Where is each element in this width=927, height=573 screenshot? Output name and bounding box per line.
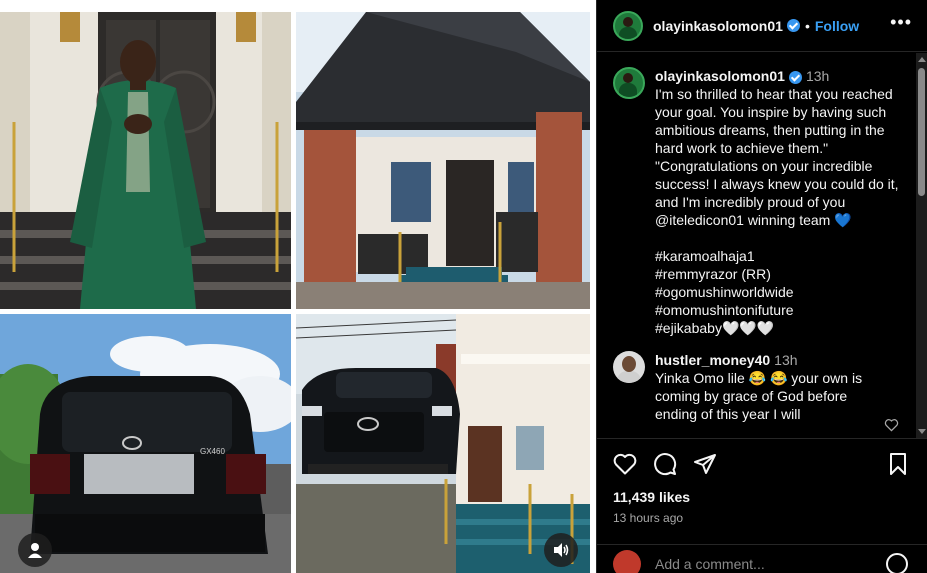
post-header: olayinkasolomon01 • Follow ••• (597, 0, 927, 52)
author-avatar[interactable] (613, 10, 643, 41)
comment-text-line: ending of this year I will (655, 406, 801, 422)
comment-text-line: Yinka Omo lile 😂 😂 your own is (655, 370, 863, 386)
avatar-image (613, 351, 645, 383)
post-media-grid[interactable]: GX460 (0, 0, 596, 573)
like-heart-icon[interactable] (613, 453, 637, 475)
follow-button[interactable]: Follow (815, 18, 859, 34)
more-options-icon[interactable]: ••• (890, 13, 912, 31)
lexus-suv-rear-photo: GX460 (0, 314, 291, 573)
emoji-picker-icon[interactable] (886, 553, 908, 573)
comment-author[interactable]: hustler_money40 (655, 352, 770, 368)
comment-item: hustler_money40 13h Yinka Omo lile 😂 😂 you… (613, 351, 917, 423)
hashtag-link[interactable]: #remmyrazor (RR) (655, 265, 903, 283)
comment-text-line: ambitious dreams, then putting in the (655, 122, 885, 138)
comment-body: hustler_money40 13h Yinka Omo lile 😂 😂 you… (655, 351, 903, 423)
comment-input[interactable]: Add a comment... (655, 556, 765, 572)
comment-body: olayinkasolomon01 13h I'm so thrilled to h… (655, 67, 903, 337)
comments-scrollbar[interactable] (916, 53, 927, 438)
save-bookmark-icon[interactable] (888, 452, 908, 476)
man-in-green-agbada-photo (0, 12, 291, 309)
hashtag-link[interactable]: #ejikababy🤍🤍🤍 (655, 319, 903, 337)
avatar-image (613, 67, 645, 99)
car-badge: GX460 (200, 447, 225, 456)
lexus-suv-front-and-entrance-photo (296, 314, 590, 573)
audio-mute-button[interactable] (544, 533, 578, 567)
hashtag-link[interactable]: #omomushintonifuture (655, 301, 903, 319)
comment-time: 13h (805, 68, 830, 84)
hashtag-link[interactable]: #karamoalhaja1 (655, 247, 903, 265)
bungalow-house-photo (296, 12, 590, 309)
current-user-avatar (613, 550, 641, 573)
add-comment-bar: Add a comment... (597, 544, 927, 573)
post-time-ago: 13 hours ago (613, 511, 684, 525)
comment-text-line: your goal. You inspire by having such (655, 104, 887, 120)
separator-dot: • (804, 17, 810, 34)
verified-badge-icon (786, 19, 800, 32)
hashtag-link[interactable]: #ogomushinworldwide (655, 283, 903, 301)
comment-item: olayinkasolomon01 13h I'm so thrilled to h… (613, 67, 917, 337)
author-username[interactable]: olayinkasolomon01 (653, 18, 783, 34)
scrollbar-thumb[interactable] (918, 68, 925, 196)
comment-text-line: success! I always knew you could do it, (655, 176, 899, 192)
tagged-users-button[interactable] (18, 533, 52, 567)
comment-text-line: I'm so thrilled to hear that you reached (655, 86, 893, 102)
comment-text-line: "Congratulations on your incredible (655, 158, 873, 174)
scroll-up-arrow-icon[interactable] (918, 57, 926, 62)
person-tag-icon (28, 543, 42, 558)
scroll-down-arrow-icon[interactable] (918, 429, 926, 434)
comment-text-line: hard work to achieve them." (655, 140, 829, 156)
comments-list[interactable]: olayinkasolomon01 13h I'm so thrilled to h… (597, 53, 917, 438)
comment-text-line: coming by grace of God before (655, 388, 848, 404)
commenter-avatar[interactable] (613, 67, 645, 99)
comment-author[interactable]: olayinkasolomon01 (655, 68, 785, 84)
post-details-panel: olayinkasolomon01 • Follow ••• olayinkas… (596, 0, 927, 573)
speaker-icon (554, 543, 569, 557)
post-actions: 11,439 likes 13 hours ago (597, 438, 927, 525)
verified-badge-icon (788, 70, 802, 84)
share-paper-plane-icon[interactable] (693, 452, 717, 476)
likes-count[interactable]: 11,439 likes (613, 489, 912, 505)
comment-text-line: @iteledicon01 winning team 💙 (655, 212, 852, 228)
comment-time: 13h (774, 352, 798, 368)
comment-like-heart-icon[interactable] (884, 418, 899, 432)
commenter-avatar[interactable] (613, 351, 645, 383)
comment-text-line: and I'm incredibly proud of you (655, 194, 846, 210)
comment-bubble-icon[interactable] (653, 452, 677, 476)
